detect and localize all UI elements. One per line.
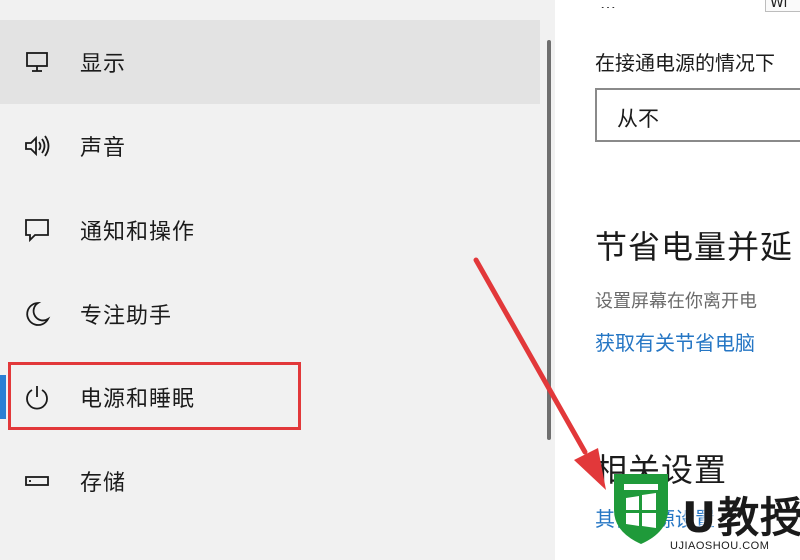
sidebar-item-label: 声音 — [80, 136, 127, 161]
power-saving-link[interactable]: 获取有关节省电脑 — [595, 327, 755, 356]
sidebar-item-display[interactable]: 显示 — [0, 20, 540, 104]
watermark-logo — [614, 474, 668, 544]
annotation-highlight-box — [8, 362, 301, 430]
top-partial-dropdown[interactable]: Wi — [765, 0, 800, 12]
top-partial-text: … — [600, 0, 670, 8]
settings-sidebar: 显示 声音 通知和操作 专注助手 电源和睡眠 存储 — [0, 0, 555, 560]
storage-icon — [22, 466, 52, 496]
settings-window: 显示 声音 通知和操作 专注助手 电源和睡眠 存储 Wi 在接通电源的情况下 从… — [0, 0, 800, 560]
sidebar-item-label: 显示 — [80, 52, 127, 77]
notification-icon — [22, 215, 52, 245]
section-heading: 节省电量并延 — [595, 228, 794, 266]
monitor-icon — [22, 47, 52, 77]
sidebar-scrollbar[interactable] — [547, 40, 551, 440]
watermark-brand: U教授 — [682, 493, 800, 542]
sidebar-item-label: 专注助手 — [80, 304, 173, 329]
plugged-in-label: 在接通电源的情况下 — [595, 51, 775, 75]
section-description: 设置屏幕在你离开电 — [595, 291, 757, 312]
moon-icon — [22, 299, 52, 329]
speaker-icon — [22, 131, 52, 161]
watermark-domain: UJIAOSHOU.COM — [670, 540, 770, 552]
sidebar-item-focus-assist[interactable]: 专注助手 — [0, 272, 540, 356]
sidebar-item-sound[interactable]: 声音 — [0, 104, 540, 188]
sidebar-item-notifications[interactable]: 通知和操作 — [0, 188, 540, 272]
plugged-in-dropdown[interactable]: 从不 — [595, 88, 800, 142]
sidebar-item-label: 存储 — [80, 471, 127, 496]
watermark: U教授 UJIAOSHOU.COM — [610, 462, 800, 560]
dropdown-value: 从不 — [617, 107, 659, 131]
sidebar-item-storage[interactable]: 存储 — [0, 439, 540, 523]
sidebar-item-label: 通知和操作 — [80, 220, 196, 245]
